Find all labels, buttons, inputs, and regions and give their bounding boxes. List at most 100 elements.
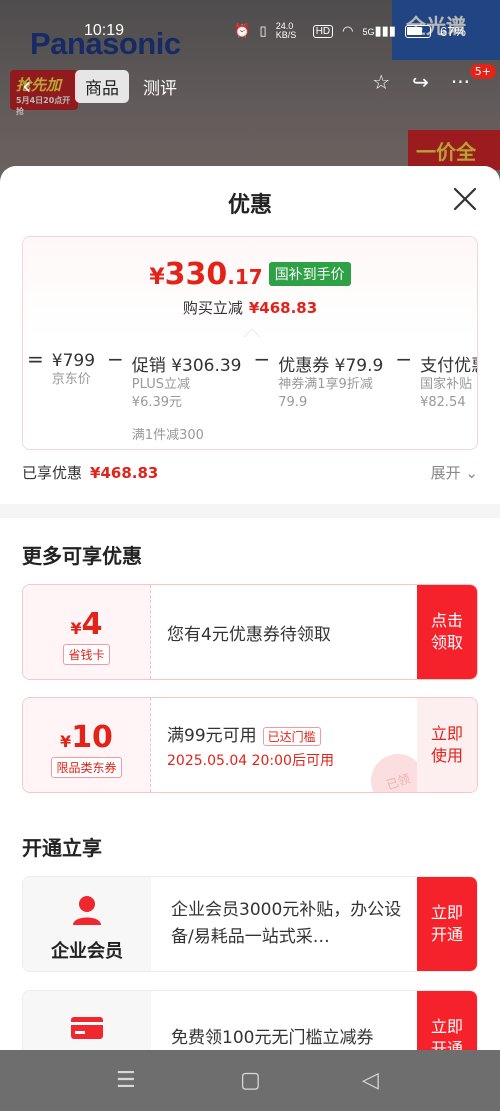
coupon-value-area: ¥10 限品类东券	[23, 698, 151, 792]
back-arrow-icon[interactable]: ‹	[22, 72, 32, 100]
coupon-type-label: 限品类东券	[51, 757, 122, 778]
reduce-label: 购买立减	[182, 299, 243, 317]
breakdown-operator: −	[107, 347, 124, 371]
coupon-amount: ¥10	[23, 720, 150, 755]
sheet-header: 优惠	[0, 166, 500, 236]
breakdown-sub: PLUS立减	[131, 377, 190, 392]
membership-icon-area	[23, 991, 151, 1050]
tab-product[interactable]: 商品	[75, 70, 129, 103]
breakdown-item-promotion: 促销 ¥306.39 PLUS立减 ¥6.39元 满1件减300	[132, 337, 250, 449]
more-offers-title: 更多可享优惠	[22, 544, 142, 568]
activate-button[interactable]: 立即开通	[417, 877, 477, 971]
sheet-title: 优惠	[227, 193, 272, 218]
breakdown-operator: −	[253, 347, 271, 371]
status-bar: 10:19 ⏰ ▯ 24.0 KB/S HD ◠ 5G▮▮▮ 67%	[0, 0, 500, 40]
activate-button[interactable]: 立即开通	[417, 991, 477, 1050]
membership-card[interactable]: 免费领100元无门槛立减券 立即开通	[22, 990, 478, 1050]
membership-desc-text: 企业会员3000元补贴，办公设备/易耗品一站式采…	[171, 900, 402, 947]
membership-desc: 免费领100元无门槛立减券	[171, 991, 405, 1050]
back-icon[interactable]: ◁	[362, 1068, 379, 1093]
breakdown-extra: 满1件减300	[131, 428, 204, 443]
signal-icon: 5G▮▮▮	[362, 23, 396, 38]
breakdown-main: ¥799	[51, 351, 96, 371]
home-icon[interactable]: ▢	[240, 1068, 261, 1093]
battery-percent: 67%	[439, 23, 466, 39]
price-decimal: .17	[227, 265, 263, 289]
breakdown-sub2: 79.9	[278, 395, 308, 410]
tab-review[interactable]: 测评	[133, 70, 187, 103]
enjoyed-amount: ¥468.83	[90, 464, 159, 482]
close-icon[interactable]	[452, 186, 478, 212]
product-tabs: 商品 测评	[75, 70, 187, 103]
coupon-currency: ¥	[70, 619, 82, 638]
vibrate-icon: ▯	[259, 23, 267, 38]
membership-title: 开通立享	[22, 836, 102, 860]
enjoyed-discount-row: 已享优惠 ¥468.83 展开 ⌄	[22, 462, 478, 488]
coupon-amount: ¥4	[23, 607, 150, 642]
subsidy-price-tag: 国补到手价	[268, 262, 351, 286]
more-dots-icon[interactable]: ···	[451, 70, 470, 94]
breakdown-operator: −	[395, 347, 413, 371]
breakdown-main: 支付优惠	[420, 356, 477, 376]
breakdown-sub2: ¥82.54	[420, 395, 466, 410]
coupon-type-label: 省钱卡	[63, 644, 110, 665]
coupon-desc: 您有4元优惠券待领取	[167, 624, 331, 645]
net-speed: 24.0 KB/S	[275, 21, 297, 40]
price-breakdown-row[interactable]: = ¥799 京东价 − 促销 ¥306.39 PLUS立减 ¥6.39元 满1…	[23, 337, 477, 449]
signal-label: 5G	[362, 27, 375, 37]
top-actions: ☆ ↪ ···	[372, 70, 470, 94]
threshold-badge: 已达门槛	[262, 726, 321, 746]
coupon-valid-time: 2025.05.04 20:00后可用	[167, 752, 334, 769]
coupon-info: 满99元可用 已达门槛 2025.05.04 20:00后可用	[167, 698, 334, 792]
share-icon[interactable]: ↪	[412, 70, 429, 94]
breakdown-item-list-price: ¥799 京东价	[52, 337, 103, 449]
discount-sheet: 优惠 ¥ 330 .17 国补到手价 购买立减 ¥468.83 = ¥799 京东…	[0, 166, 500, 1050]
reduce-amount: ¥468.83	[248, 299, 318, 317]
breakdown-operator: =	[27, 347, 44, 371]
breakdown-main: 优惠券 ¥79.9	[278, 356, 384, 376]
final-price: ¥ 330 .17 国补到手价	[23, 257, 477, 292]
coupon-card[interactable]: ¥10 限品类东券 满99元可用 已达门槛 2025.05.04 20:00后可用…	[22, 697, 478, 793]
coupon-currency: ¥	[60, 732, 72, 751]
coupon-info: 您有4元优惠券待领取	[167, 585, 331, 679]
enjoyed-label: 已享优惠	[22, 464, 83, 482]
breakdown-item-coupon: 优惠券 ¥79.9 神券满1享9折减 79.9	[278, 337, 391, 449]
status-time: 10:19	[84, 22, 125, 39]
membership-desc-text: 免费领100元无门槛立减券	[171, 1027, 374, 1048]
membership-card[interactable]: 企业会员 企业会员3000元补贴，办公设备/易耗品一站式采… 立即开通	[22, 876, 478, 972]
expand-button[interactable]: 展开 ⌄	[431, 462, 478, 483]
reduce-line: 购买立减 ¥468.83	[23, 297, 477, 318]
breakdown-sub: 神券满1享9折减	[278, 377, 373, 392]
expand-label: 展开	[430, 464, 461, 482]
coupon-value: 10	[71, 720, 113, 755]
menu-icon[interactable]: ☰	[116, 1068, 136, 1093]
status-icons: ⏰ ▯ 24.0 KB/S HD ◠ 5G▮▮▮ 67%	[234, 22, 466, 40]
hd-icon: HD	[312, 24, 334, 38]
coupon-card[interactable]: ¥4 省钱卡 您有4元优惠券待领取 点击领取	[22, 584, 478, 680]
system-nav-bar: ☰ ▢ ◁	[0, 1050, 500, 1111]
breakdown-sub: 京东价	[51, 372, 91, 387]
section-divider	[0, 504, 500, 518]
claim-coupon-button[interactable]: 点击领取	[417, 585, 477, 679]
coupon-desc: 满99元可用 已达门槛	[167, 721, 334, 746]
breakdown-sub: 国家补贴	[420, 377, 473, 392]
breakdown-sub2: ¥6.39元	[131, 395, 183, 410]
chevron-down-icon: ⌄	[465, 464, 478, 482]
price-currency: ¥	[149, 265, 165, 290]
coupon-value: 4	[81, 607, 103, 642]
membership-name: 企业会员	[51, 941, 123, 962]
cart-badge: 5+	[469, 64, 496, 79]
product-top-nav: ‹ 商品 测评 ☆ ↪ ··· 5+	[0, 64, 500, 106]
use-coupon-button[interactable]: 立即使用	[417, 698, 477, 792]
battery-icon	[404, 24, 431, 38]
breakdown-main: 促销 ¥306.39	[131, 356, 242, 376]
favorite-star-icon[interactable]: ☆	[372, 70, 390, 94]
alarm-icon: ⏰	[234, 23, 251, 38]
price-integer: 330	[164, 257, 228, 292]
person-icon	[73, 896, 101, 925]
breakdown-item-payment: 支付优惠 国家补贴 ¥82.54	[420, 337, 477, 449]
coupon-condition: 满99元可用	[167, 725, 257, 746]
membership-desc: 企业会员3000元补贴，办公设备/易耗品一站式采…	[171, 877, 405, 971]
wifi-icon: ◠	[342, 23, 354, 38]
final-price-area: ¥ 330 .17 国补到手价 购买立减 ¥468.83	[23, 237, 477, 337]
